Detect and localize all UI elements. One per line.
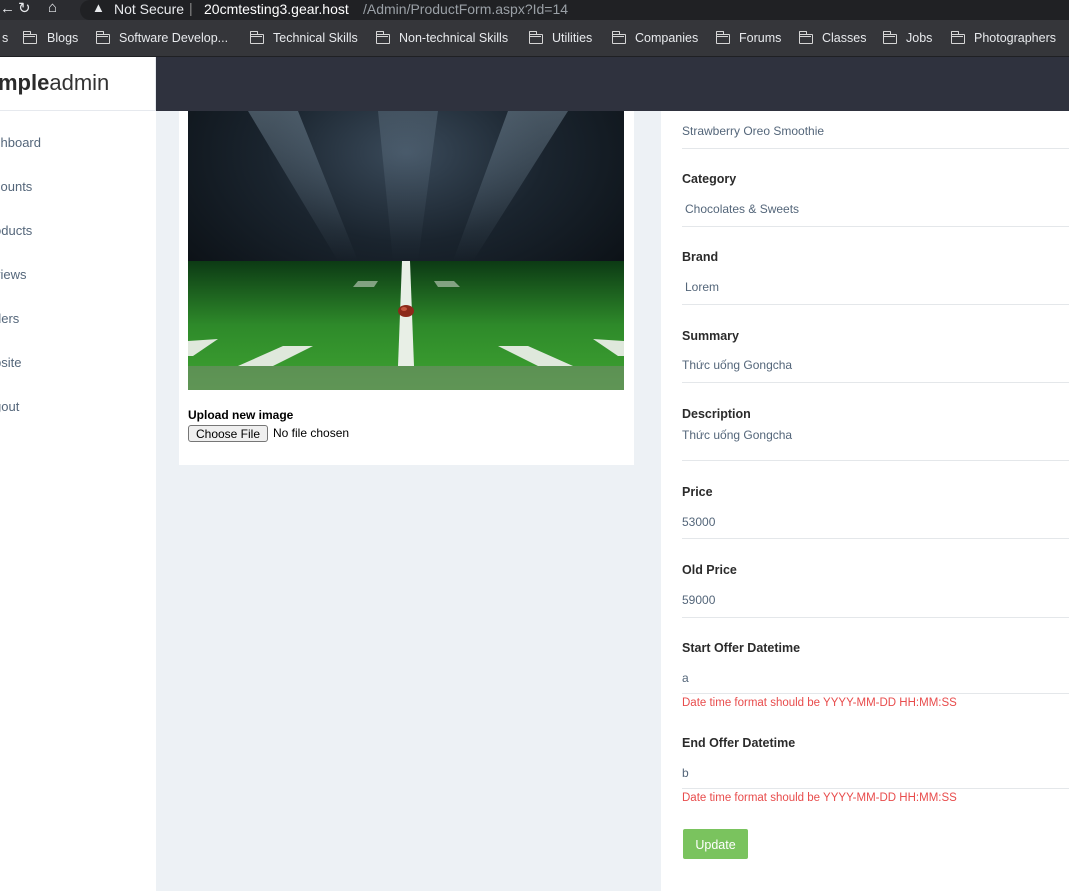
folder-icon (528, 31, 543, 44)
bookmark-software-develop[interactable]: Software Develop... (119, 31, 228, 45)
warning-icon: ▲ (92, 0, 105, 15)
brand-underline (682, 304, 1069, 305)
sidebar-item-products[interactable]: oducts (0, 223, 32, 238)
bookmark-utilities[interactable]: Utilities (552, 31, 592, 45)
end-offer-input[interactable]: b (682, 766, 1068, 780)
end-offer-label: End Offer Datetime (682, 736, 796, 750)
old-price-underline (682, 617, 1069, 618)
summary-underline (682, 382, 1069, 383)
sidebar-item-logout[interactable]: gout (0, 399, 19, 414)
summary-label: Summary (682, 329, 739, 343)
price-input[interactable]: 53000 (682, 515, 1068, 529)
choose-file-button[interactable]: Choose File (188, 425, 268, 442)
start-offer-error: Date time format should be YYYY-MM-DD HH… (682, 697, 957, 709)
logo-light: admin (49, 70, 110, 95)
folder-icon (950, 31, 965, 44)
old-price-label: Old Price (682, 563, 737, 577)
folder-icon (22, 31, 37, 44)
folder-icon (798, 31, 813, 44)
top-navbar (156, 57, 1069, 111)
reload-icon[interactable]: ↻ (18, 0, 31, 17)
bookmark-technical-skills[interactable]: Technical Skills (273, 31, 358, 45)
url-separator: | (189, 0, 193, 16)
browser-address-bar: ← ↻ ⌂ ▲ Not Secure | 20cmtesting3.gear.h… (0, 0, 1069, 20)
old-price-input[interactable]: 59000 (682, 593, 1068, 607)
category-underline (682, 226, 1069, 227)
no-file-chosen-text: No file chosen (273, 426, 350, 440)
sidebar-item-reviews[interactable]: views (0, 267, 27, 282)
logo-area[interactable]: mpleadmin (0, 57, 156, 111)
bookmark-non-technical-skills[interactable]: Non-technical Skills (399, 31, 508, 45)
end-offer-error: Date time format should be YYYY-MM-DD HH… (682, 792, 957, 804)
back-arrow-icon[interactable]: ← (0, 0, 15, 17)
description-textarea[interactable]: Thức uống Gongcha (682, 428, 1068, 442)
sidebar-item-accounts[interactable]: counts (0, 179, 32, 194)
end-offer-underline (682, 788, 1069, 789)
omnibox[interactable]: ▲ Not Secure | 20cmtesting3.gear.host /A… (80, 0, 1069, 20)
bookmark-photographers[interactable]: Photographers (974, 31, 1056, 45)
home-icon[interactable]: ⌂ (48, 0, 57, 16)
sidebar-item-orders[interactable]: ders (0, 311, 19, 326)
category-select[interactable]: Chocolates & Sweets (685, 202, 1069, 216)
price-underline (682, 538, 1069, 539)
description-label: Description (682, 407, 751, 421)
update-button[interactable]: Update (683, 829, 748, 859)
folder-icon (715, 31, 730, 44)
description-underline (682, 460, 1069, 461)
security-label[interactable]: Not Secure (114, 1, 184, 17)
category-label: Category (682, 172, 737, 186)
bookmark-classes[interactable]: Classes (822, 31, 866, 45)
folder-icon (611, 31, 626, 44)
start-offer-input[interactable]: a (682, 671, 1068, 685)
name-underline (682, 148, 1069, 149)
bookmark-forums[interactable]: Forums (739, 31, 781, 45)
start-offer-underline (682, 693, 1069, 694)
logo-bold: mple (0, 70, 50, 95)
bookmark-partial[interactable]: s (2, 31, 8, 45)
bookmarks-bar: s Blogs Software Develop... Technical Sk… (0, 20, 1069, 57)
product-image (188, 111, 624, 390)
bookmark-blogs[interactable]: Blogs (47, 31, 78, 45)
bookmark-jobs[interactable]: Jobs (906, 31, 932, 45)
price-label: Price (682, 485, 713, 499)
folder-icon (95, 31, 110, 44)
start-offer-label: Start Offer Datetime (682, 641, 801, 655)
sidebar-item-dashboard[interactable]: shboard (0, 135, 41, 150)
folder-icon (882, 31, 897, 44)
name-input[interactable]: Strawberry Oreo Smoothie (682, 124, 1068, 138)
folder-icon (249, 31, 264, 44)
url-path[interactable]: /Admin/ProductForm.aspx?Id=14 (363, 1, 568, 17)
summary-input[interactable]: Thức uống Gongcha (682, 358, 1068, 372)
logo[interactable]: mpleadmin (0, 70, 109, 96)
upload-image-label: Upload new image (188, 408, 294, 422)
bookmark-companies[interactable]: Companies (635, 31, 698, 45)
brand-label: Brand (682, 250, 719, 264)
folder-icon (375, 31, 390, 44)
sidebar-item-website[interactable]: bsite (0, 355, 21, 370)
brand-select[interactable]: Lorem (685, 280, 1069, 294)
url-host[interactable]: 20cmtesting3.gear.host (204, 1, 349, 17)
